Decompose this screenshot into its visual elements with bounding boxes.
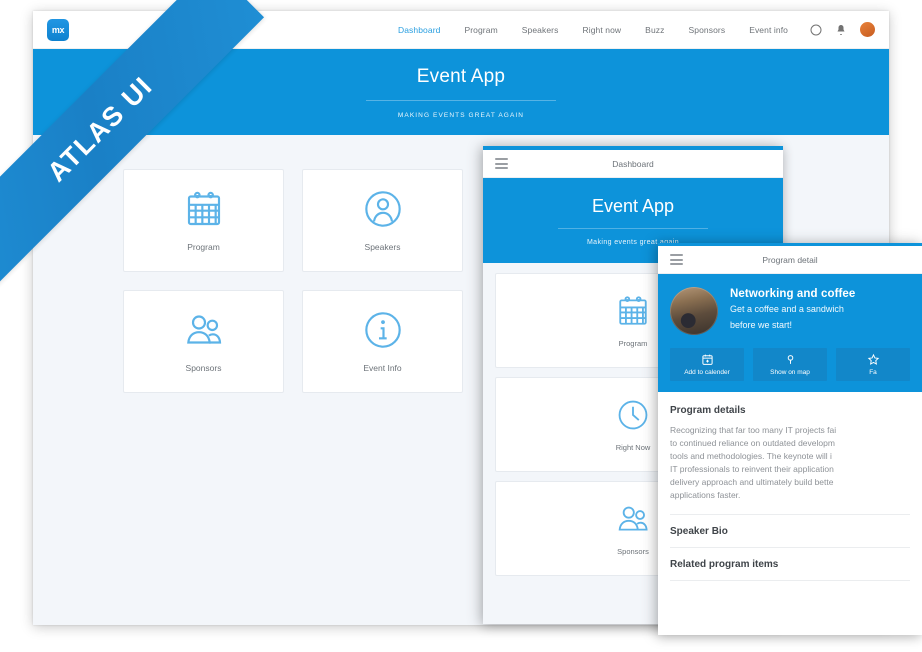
avatar[interactable]	[860, 22, 875, 37]
tablet-topbar: Dashboard	[483, 150, 783, 178]
body-line: Recognizing that far too many IT project…	[670, 425, 837, 435]
hero-row: Networking and coffee Get a coffee and a…	[670, 287, 910, 335]
section-title: Speaker Bio	[670, 526, 728, 537]
tile-label: Right Now	[615, 442, 651, 452]
tile-sponsors[interactable]: Sponsors	[123, 290, 284, 393]
tile-label: Program	[187, 242, 220, 252]
map-pin-icon	[784, 353, 797, 366]
body-line: tools and methodologies. The keynote wil…	[670, 451, 832, 461]
action-label: Show on map	[770, 369, 810, 376]
body-line: to continued reliance on outdated develo…	[670, 438, 835, 448]
hero-text: Networking and coffee Get a coffee and a…	[730, 287, 855, 332]
star-icon	[867, 353, 880, 366]
tile-event-info[interactable]: Event Info	[302, 290, 463, 393]
section-related-program-items[interactable]: Related program items	[670, 548, 910, 581]
section-title: Related program items	[670, 559, 779, 570]
tile-speakers[interactable]: Speakers	[302, 169, 463, 272]
phone-content-sections: Program details Recognizing that far too…	[658, 392, 922, 581]
tile-label: Program	[618, 338, 648, 348]
tablet-header-divider	[558, 228, 708, 229]
tile-label: Event Info	[363, 363, 402, 373]
user-circle-icon	[363, 189, 403, 229]
phone-preview-panel: Program detail Networking and coffee Get…	[658, 243, 922, 635]
phone-page-title: Program detail	[762, 254, 818, 265]
phone-topbar: Program detail	[658, 246, 922, 274]
page-subtitle: MAKING EVENTS GREAT AGAIN	[397, 112, 525, 119]
session-subtitle-line2: before we start!	[730, 320, 793, 330]
header-divider	[366, 100, 556, 101]
tile-label: Speakers	[364, 242, 401, 252]
calendar-icon	[616, 294, 650, 328]
phone-action-buttons: Add to calender Show on map Fa	[670, 348, 910, 381]
calendar-add-icon	[701, 353, 714, 366]
clock-icon	[616, 398, 650, 432]
tile-label: Sponsors	[185, 363, 222, 373]
hamburger-icon[interactable]	[670, 254, 683, 265]
action-label: Add to calender	[684, 369, 730, 376]
section-body: Recognizing that far too many IT project…	[670, 424, 910, 502]
screenshot-stage: mx Dashboard Program Speakers Right now …	[0, 0, 922, 652]
nav-link-buzz[interactable]: Buzz	[645, 25, 664, 35]
section-program-details: Program details Recognizing that far too…	[670, 392, 910, 515]
info-circle-icon	[363, 310, 403, 350]
body-line: IT professionals to reinvent their appli…	[670, 464, 834, 474]
desktop-tile-grid: Program Speakers Sponsors Event Info	[123, 169, 463, 393]
section-title: Program details	[670, 405, 746, 416]
desktop-app-header: Event App MAKING EVENTS GREAT AGAIN	[33, 49, 889, 135]
show-on-map-button[interactable]: Show on map	[753, 348, 827, 381]
desktop-nav-links: Dashboard Program Speakers Right now Buz…	[398, 25, 788, 35]
body-line: applications faster.	[670, 490, 741, 500]
users-icon	[184, 310, 224, 350]
nav-link-right-now[interactable]: Right now	[582, 25, 621, 35]
nav-link-program[interactable]: Program	[464, 25, 497, 35]
add-to-calendar-button[interactable]: Add to calender	[670, 348, 744, 381]
bell-icon[interactable]	[835, 24, 847, 36]
tablet-page-title: Dashboard	[612, 158, 654, 169]
tablet-app-title: Event App	[591, 196, 675, 216]
action-label: Fa	[869, 369, 877, 376]
nav-link-speakers[interactable]: Speakers	[522, 25, 559, 35]
body-line: delivery approach and ultimately build b…	[670, 477, 834, 487]
mendix-logo[interactable]: mx	[47, 18, 69, 41]
phone-hero-section: Networking and coffee Get a coffee and a…	[658, 274, 922, 392]
session-title: Networking and coffee	[730, 288, 856, 300]
users-icon	[616, 502, 650, 536]
tile-program[interactable]: Program	[123, 169, 284, 272]
nav-link-event-info[interactable]: Event info	[749, 25, 788, 35]
nav-link-sponsors[interactable]: Sponsors	[688, 25, 725, 35]
section-speaker-bio[interactable]: Speaker Bio	[670, 515, 910, 548]
desktop-top-navbar: mx Dashboard Program Speakers Right now …	[33, 11, 889, 49]
speaker-photo	[670, 287, 718, 335]
help-circle-icon[interactable]	[810, 24, 822, 36]
desktop-nav-icon-group	[810, 22, 875, 37]
session-subtitle-line1: Get a coffee and a sandwich	[730, 304, 844, 314]
page-title: Event App	[416, 66, 506, 87]
favorite-button[interactable]: Fa	[836, 348, 910, 381]
calendar-icon	[184, 189, 224, 229]
nav-link-dashboard[interactable]: Dashboard	[398, 25, 440, 35]
tile-label: Sponsors	[617, 546, 649, 556]
hamburger-icon[interactable]	[495, 158, 508, 169]
